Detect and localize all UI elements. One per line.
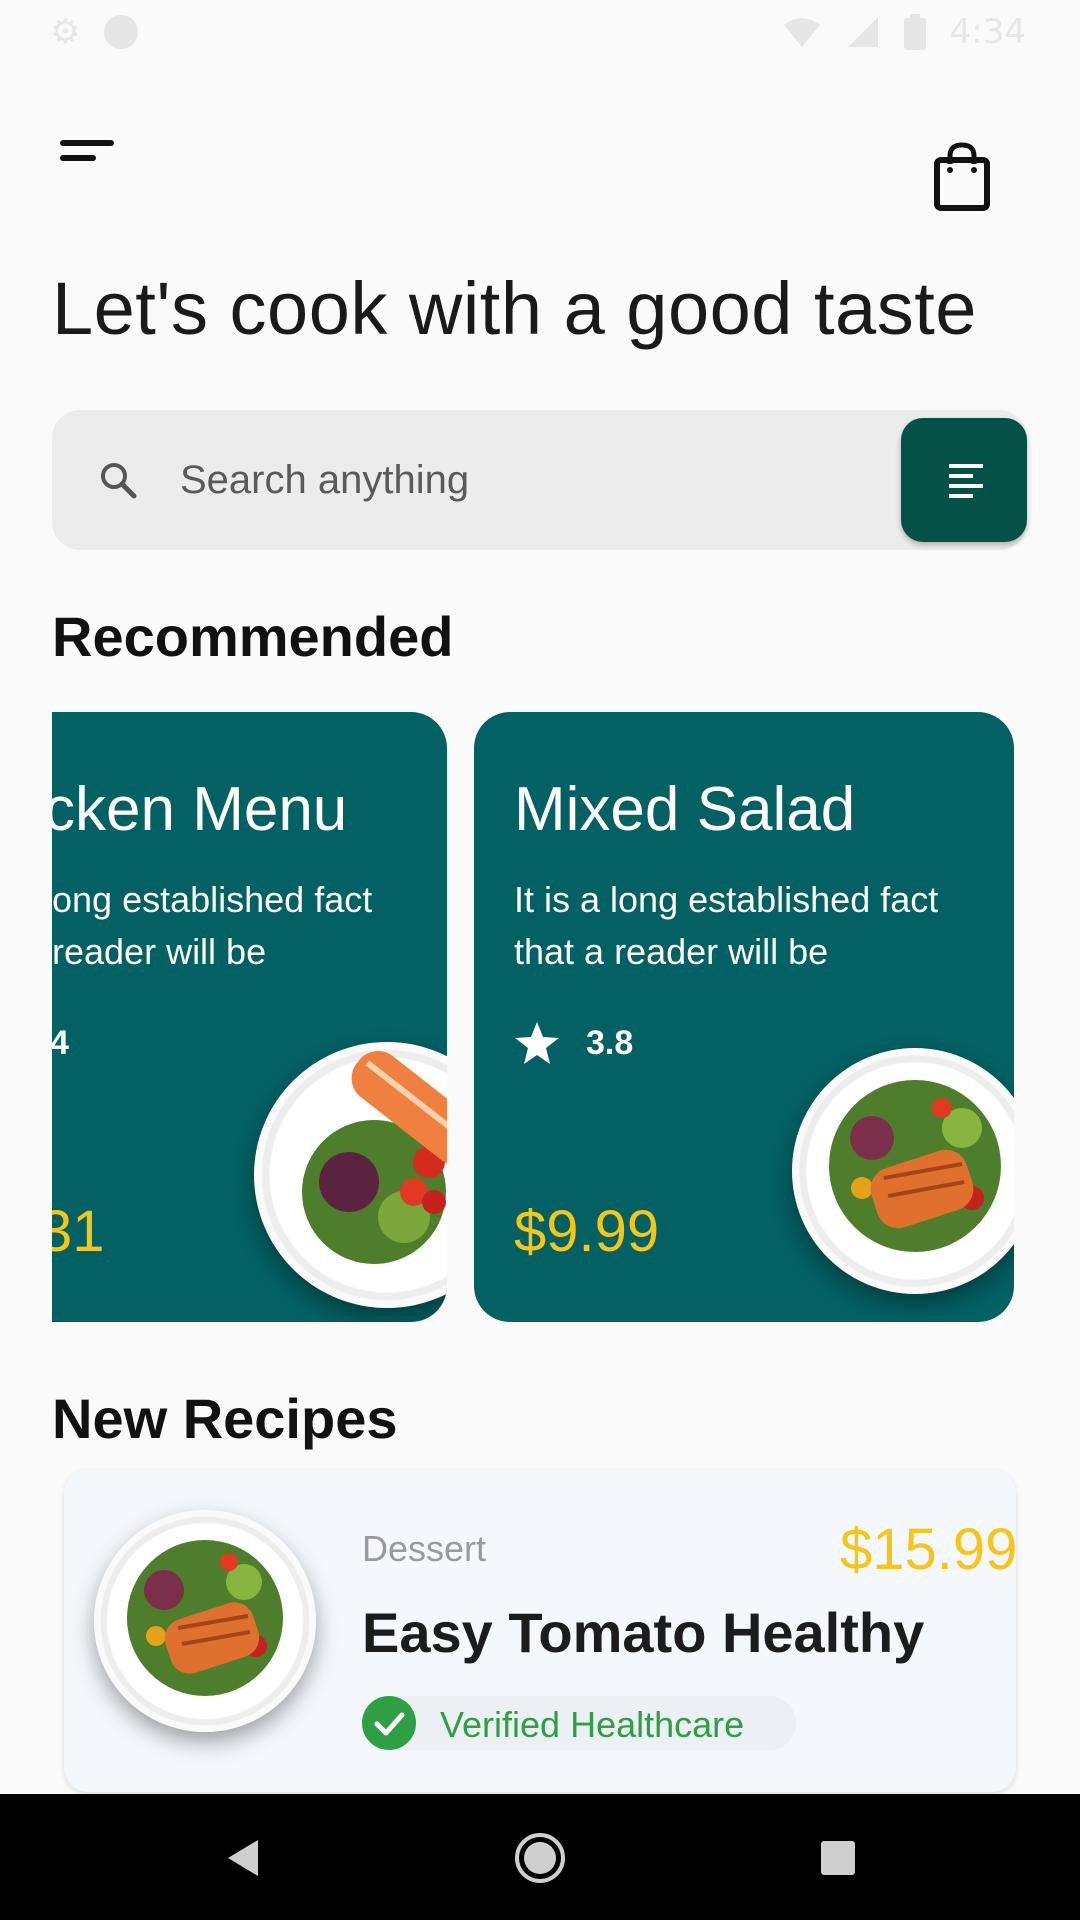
status-bar: ⚙ 4:34 [0,0,1080,64]
recipe-image [94,1510,316,1732]
search-icon [101,463,137,499]
recipe-title: cken Menu [52,775,348,844]
filter-icon [949,464,983,498]
page-title: Let's cook with a good taste [52,267,977,350]
salmon-salad-image [792,1048,1014,1294]
wifi-icon [783,18,820,47]
recommended-heading: Recommended [52,605,454,668]
recipe-category: Dessert [362,1528,487,1569]
status-left: ⚙ [50,13,139,51]
rating-value: 3.8 [586,1024,634,1062]
recents-icon[interactable] [810,1830,866,1886]
recommended-card[interactable]: cken Menu ong established fact reader wi… [52,712,447,1322]
recipe-price: $15.99 [840,1517,1018,1582]
menu-line-top [60,140,114,146]
recipe-price: $9.99 [514,1199,660,1264]
status-time: 4:34 [949,12,1026,52]
new-recipes-heading: New Recipes [52,1387,398,1450]
recipe-name: Easy Tomato Healthy [362,1601,925,1664]
description-line: ong established fact [52,879,373,920]
filter-button[interactable] [901,418,1027,542]
signal-icon [847,17,878,47]
salmon-salad-illustration [127,1540,283,1696]
home-icon[interactable] [512,1830,568,1886]
recommended-carousel[interactable]: cken Menu ong established fact reader wi… [52,712,1052,1322]
salmon-salad-illustration [302,1051,447,1264]
check-circle-icon [362,1696,416,1750]
recipe-title: Mixed Salad [514,775,856,844]
recipe-description: ong established fact reader will be [52,874,447,978]
verified-label: Verified Healthcare [440,1704,745,1745]
battery-icon [903,14,926,50]
description-line: It is a long established fact [514,879,939,920]
shopping-bag-icon[interactable] [932,142,992,212]
salmon-salad-image [254,1042,447,1308]
menu-line-bottom [60,155,96,161]
description-line: reader will be [52,931,267,972]
menu-icon[interactable] [60,140,124,180]
navigation-bar [0,1794,1080,1920]
rating-value: 4 [52,1024,69,1062]
circle-icon [104,15,139,49]
verified-badge: Verified Healthcare [362,1696,796,1750]
search-input[interactable] [180,450,740,510]
recipe-price: 31 [52,1199,105,1264]
description-line: that a reader will be [514,931,829,972]
star-icon [515,1022,559,1064]
recipe-description: It is a long established fact that a rea… [514,874,1014,978]
recipe-list-item[interactable]: Dessert $15.99 Easy Tomato Healthy Verif… [64,1470,1018,1792]
status-right: 4:34 [782,12,1026,52]
salmon-salad-illustration [829,1080,1001,1252]
settings-icon: ⚙ [50,13,81,51]
back-icon[interactable] [214,1830,270,1886]
search-bar[interactable] [52,410,1027,550]
recommended-card[interactable]: Mixed Salad It is a long established fac… [474,712,1014,1322]
